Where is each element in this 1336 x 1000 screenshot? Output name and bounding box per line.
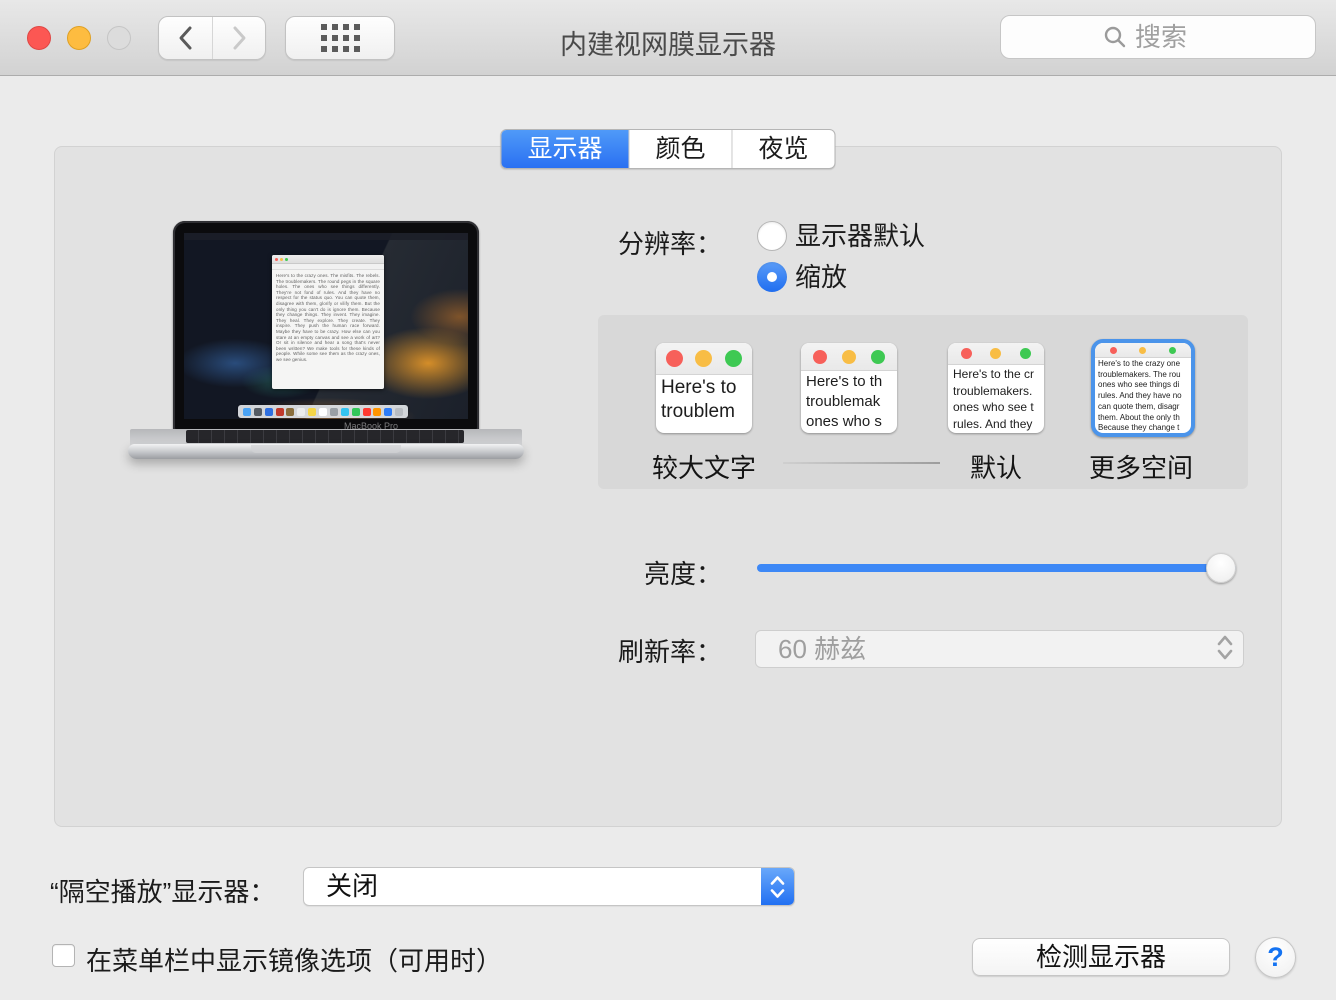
thumb-text-line: troublem — [656, 399, 752, 423]
macbook-document-text: Here's to the crazy ones. The misfits. T… — [272, 270, 384, 366]
mirroring-checkbox-label[interactable]: 在菜单栏中显示镜像选项（可用时） — [86, 941, 502, 978]
tab-bar: 显示器 颜色 夜览 — [500, 129, 835, 169]
thumb-text-line: Because they change t — [1095, 422, 1191, 433]
airplay-display-label: “隔空播放”显示器： — [50, 872, 275, 909]
thumb-text-line: troublemakers. The rou — [1095, 369, 1191, 380]
thumb-text-line: ones who s — [801, 411, 897, 431]
mirroring-checkbox[interactable] — [52, 944, 75, 967]
thumb-titlebar — [656, 343, 752, 375]
macbook-wallpaper: Here's to the crazy ones. The misfits. T… — [184, 233, 468, 419]
search-input[interactable] — [1135, 22, 1213, 53]
scaled-option-default[interactable]: Here's to the cr troublemakers. ones who… — [948, 343, 1044, 433]
mini-close-icon — [666, 350, 683, 367]
tab-display[interactable]: 显示器 — [501, 130, 628, 168]
thumb-text-line: rules. And they have no — [1095, 390, 1191, 401]
scaled-resolution-box: Here's to troublem Here's to th troublem… — [598, 315, 1248, 489]
thumb-titlebar — [1095, 343, 1191, 358]
search-icon — [1103, 25, 1127, 49]
thumb-text-line: troublemakers. — [948, 382, 1044, 399]
search-field[interactable] — [1000, 15, 1316, 59]
macbook-trackpad-notch — [251, 445, 401, 453]
scaled-option-2[interactable]: Here's to th troublemak ones who s — [801, 343, 897, 433]
refresh-rate-label: 刷新率： — [442, 632, 722, 669]
thumb-text-line: Here's to th — [801, 371, 897, 391]
tab-color[interactable]: 颜色 — [628, 130, 731, 168]
macbook-keyboard — [186, 430, 464, 443]
mini-minimize-icon — [842, 350, 856, 364]
tab-night-shift[interactable]: 夜览 — [732, 130, 835, 168]
scaled-option-more-space[interactable]: Here's to the crazy one troublemakers. T… — [1091, 339, 1195, 437]
detect-displays-button[interactable]: 检测显示器 — [972, 938, 1230, 976]
radio-scaled[interactable] — [757, 262, 787, 292]
macbook-dock — [238, 405, 408, 418]
airplay-display-select[interactable]: 关闭 — [303, 867, 795, 906]
thumb-text-line: Here's to the crazy one — [1095, 358, 1191, 369]
mini-close-icon — [961, 348, 972, 359]
caption-more-space: 更多空间 — [1041, 448, 1241, 485]
help-button[interactable]: ? — [1255, 937, 1296, 978]
macbook-screen: Here's to the crazy ones. The misfits. T… — [173, 221, 479, 431]
refresh-rate-value: 60 赫兹 — [778, 631, 866, 667]
refresh-rate-select[interactable]: 60 赫兹 — [755, 630, 1244, 668]
macbook-base — [128, 444, 524, 459]
macbook-document-titlebar — [272, 255, 384, 264]
mini-minimize-icon — [1139, 347, 1146, 354]
thumb-text-line: ones who see t — [948, 398, 1044, 415]
popup-stepper-icon — [761, 868, 794, 905]
mini-zoom-icon — [871, 350, 885, 364]
thumb-text-line: rules. And they — [948, 415, 1044, 432]
thumb-text-line: them. About the only th — [1095, 412, 1191, 423]
brightness-label: 亮度： — [442, 554, 722, 591]
titlebar-toolbar: 内建视网膜显示器 — [0, 0, 1336, 76]
mini-close-icon — [1110, 347, 1117, 354]
thumb-text-line: ones who see things di — [1095, 379, 1191, 390]
macbook-menubar — [184, 233, 468, 240]
airplay-display-value: 关闭 — [326, 868, 378, 905]
brightness-knob[interactable] — [1206, 553, 1236, 583]
thumb-text-line: can quote them, disagr — [1095, 401, 1191, 412]
scaled-option-larger-text[interactable]: Here's to troublem — [656, 343, 752, 433]
thumb-text-line: Here's to the cr — [948, 365, 1044, 382]
brightness-slider[interactable] — [757, 564, 1236, 572]
mini-zoom-icon — [725, 350, 742, 367]
thumb-titlebar — [948, 343, 1044, 365]
radio-scaled-label[interactable]: 缩放 — [795, 262, 847, 292]
radio-display-default-label[interactable]: 显示器默认 — [795, 221, 925, 251]
thumb-titlebar — [801, 343, 897, 371]
mini-minimize-icon — [990, 348, 1001, 359]
mini-minimize-icon — [695, 350, 712, 367]
mini-zoom-icon — [1020, 348, 1031, 359]
radio-display-default[interactable] — [757, 221, 787, 251]
mini-zoom-icon — [1169, 347, 1176, 354]
select-chevrons-icon — [1217, 635, 1233, 660]
resolution-label: 分辨率： — [442, 224, 722, 261]
macbook-document-window: Here's to the crazy ones. The misfits. T… — [272, 255, 384, 389]
mini-close-icon — [813, 350, 827, 364]
thumb-text-line: Here's to — [656, 375, 752, 399]
caption-larger-text: 较大文字 — [604, 448, 804, 485]
thumb-text-line: troublemak — [801, 391, 897, 411]
